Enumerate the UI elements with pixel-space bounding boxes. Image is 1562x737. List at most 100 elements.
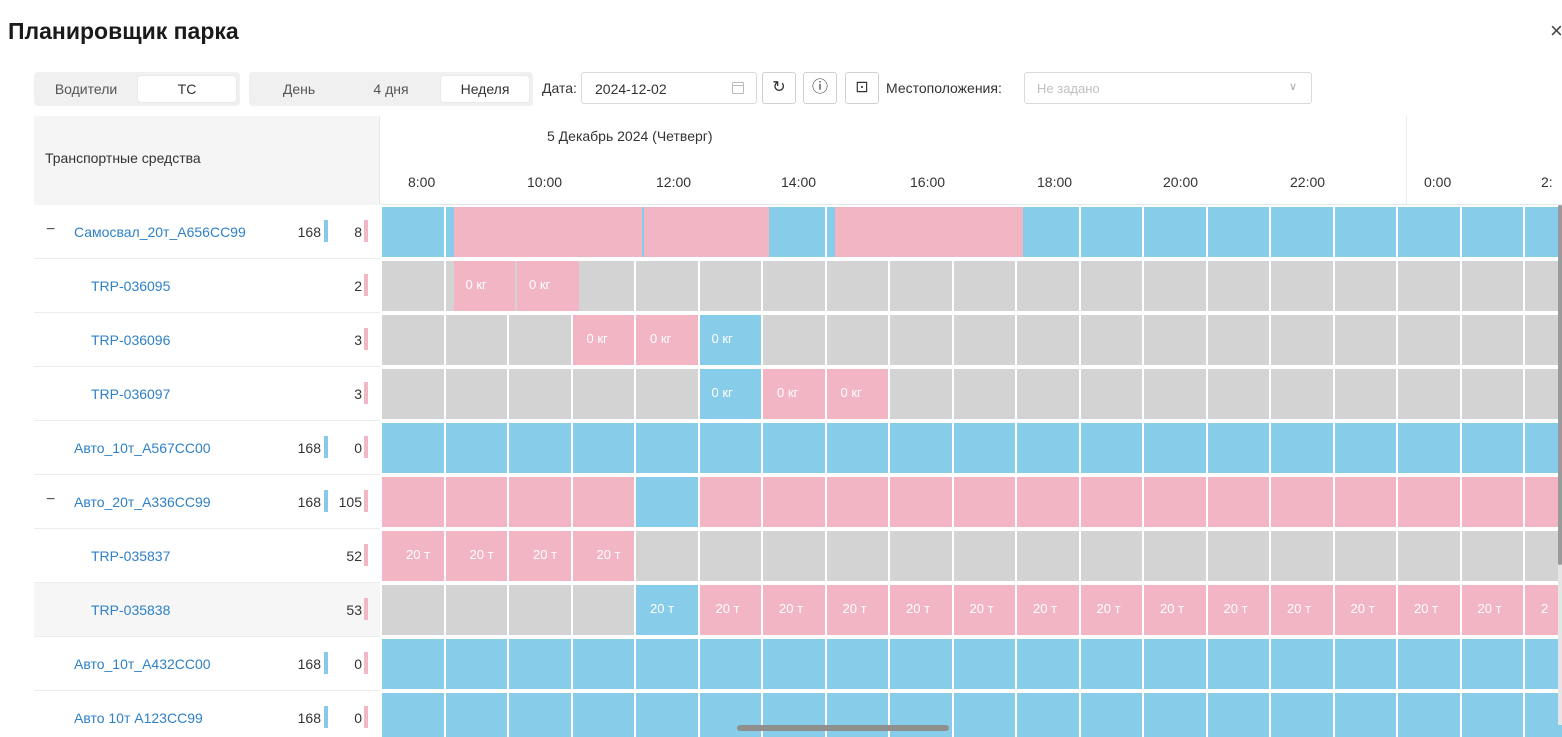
vehicle-name-link[interactable]: Самосвал_20т_А656СС99 (74, 224, 246, 240)
schedule-slot[interactable] (1334, 423, 1396, 473)
schedule-slot[interactable] (382, 369, 444, 419)
schedule-slot[interactable] (636, 531, 698, 581)
schedule-slot[interactable] (572, 369, 634, 419)
vehicle-row[interactable]: Авто 10т А123СС99 168 0 (34, 691, 380, 737)
schedule-slot[interactable] (763, 423, 825, 473)
tab-day[interactable]: День (257, 76, 341, 102)
schedule-slot[interactable] (1334, 693, 1396, 737)
schedule-slot[interactable] (1461, 693, 1523, 737)
schedule-slot[interactable] (699, 531, 761, 581)
schedule-slot[interactable] (1017, 423, 1079, 473)
booked-slot[interactable]: 0 кг (517, 261, 579, 311)
schedule-slot[interactable] (1334, 477, 1396, 527)
close-icon[interactable]: × (1550, 18, 1562, 44)
schedule-slot[interactable] (1461, 639, 1523, 689)
schedule-slot[interactable] (1080, 639, 1142, 689)
schedule-slot[interactable] (1398, 531, 1460, 581)
trip-row[interactable]: TRP-036096 3 (34, 313, 380, 367)
schedule-slot[interactable] (572, 639, 634, 689)
booked-slot[interactable]: 20 т (1017, 585, 1079, 635)
free-slot[interactable]: 0 кг (699, 369, 761, 419)
vehicle-name-link[interactable]: Авто 10т А123СС99 (74, 710, 203, 726)
schedule-slot[interactable] (1398, 369, 1460, 419)
schedule-slot[interactable] (445, 693, 507, 737)
schedule-slot[interactable] (572, 423, 634, 473)
schedule-slot[interactable] (1207, 315, 1269, 365)
tab-vehicles[interactable]: ТС (138, 76, 236, 102)
schedule-slot[interactable] (1525, 477, 1562, 527)
schedule-slot[interactable] (509, 639, 571, 689)
schedule-slot[interactable] (1207, 207, 1269, 257)
booked-slot[interactable]: 2 (1525, 585, 1562, 635)
schedule-slot[interactable] (509, 693, 571, 737)
schedule-slot[interactable] (1144, 639, 1206, 689)
schedule-slot[interactable] (1207, 423, 1269, 473)
schedule-slot[interactable] (509, 369, 571, 419)
schedule-slot[interactable] (1080, 261, 1142, 311)
booked-slot[interactable]: 0 кг (636, 315, 698, 365)
schedule-slot[interactable] (890, 531, 952, 581)
schedule-slot[interactable] (953, 369, 1015, 419)
schedule-slot[interactable] (826, 639, 888, 689)
schedule-slot[interactable] (1144, 531, 1206, 581)
schedule-slot[interactable] (1080, 423, 1142, 473)
schedule-slot[interactable] (1525, 207, 1562, 257)
vehicle-row[interactable]: − Самосвал_20т_А656СС99 168 8 (34, 205, 380, 259)
schedule-slot[interactable] (1144, 423, 1206, 473)
trip-link[interactable]: TRP-035838 (91, 602, 170, 618)
schedule-slot[interactable] (1334, 369, 1396, 419)
schedule-slot[interactable] (1461, 261, 1523, 311)
schedule-slot[interactable] (382, 315, 444, 365)
schedule-slot[interactable] (1398, 639, 1460, 689)
schedule-slot[interactable] (1207, 639, 1269, 689)
schedule-slot[interactable] (1525, 423, 1562, 473)
schedule-slot[interactable] (1271, 531, 1333, 581)
schedule-slot[interactable] (1017, 369, 1079, 419)
schedule-slot[interactable] (1080, 369, 1142, 419)
schedule-slot[interactable] (1461, 423, 1523, 473)
schedule-slot[interactable] (763, 261, 825, 311)
free-slot[interactable]: 20 т (636, 585, 698, 635)
schedule-slot[interactable] (382, 423, 444, 473)
trip-row[interactable]: TRP-035838 53 (34, 583, 380, 637)
schedule-slot[interactable] (509, 477, 571, 527)
vehicle-name-link[interactable]: Авто_10т_А432СС00 (74, 656, 211, 672)
booked-slot[interactable]: 20 т (890, 585, 952, 635)
trip-row[interactable]: TRP-035837 52 (34, 529, 380, 583)
booked-slot[interactable]: 20 т (699, 585, 761, 635)
schedule-slot[interactable] (1144, 207, 1206, 257)
booked-slot[interactable]: 20 т (1207, 585, 1269, 635)
schedule-slot[interactable] (763, 531, 825, 581)
tab-4-days[interactable]: 4 дня (349, 76, 433, 102)
vehicle-row[interactable]: Авто_10т_А432СС00 168 0 (34, 637, 380, 691)
schedule-slot[interactable] (953, 639, 1015, 689)
schedule-slot[interactable] (1080, 207, 1142, 257)
schedule-slot[interactable] (1525, 315, 1562, 365)
schedule-slot[interactable] (1080, 315, 1142, 365)
schedule-slot[interactable] (763, 477, 825, 527)
trip-link[interactable]: TRP-036095 (91, 278, 170, 294)
schedule-slot[interactable] (1017, 315, 1079, 365)
tab-week[interactable]: Неделя (441, 76, 529, 102)
schedule-slot[interactable] (1207, 261, 1269, 311)
vehicle-name-link[interactable]: Авто_10т_А567СС00 (74, 440, 211, 456)
schedule-slot[interactable] (826, 531, 888, 581)
schedule-slot[interactable] (445, 315, 507, 365)
schedule-slot[interactable] (953, 477, 1015, 527)
schedule-slot[interactable] (509, 315, 571, 365)
schedule-slot[interactable] (826, 315, 888, 365)
schedule-slot[interactable] (953, 423, 1015, 473)
schedule-slot[interactable] (1144, 315, 1206, 365)
schedule-slot[interactable] (1525, 693, 1562, 737)
booked-slot[interactable]: 20 т (445, 531, 507, 581)
locations-select[interactable]: Не задано ∨ (1024, 72, 1312, 104)
schedule-slot[interactable] (763, 207, 825, 257)
schedule-slot[interactable] (1334, 531, 1396, 581)
schedule-slot[interactable] (699, 639, 761, 689)
booked-slot[interactable]: 20 т (1144, 585, 1206, 635)
schedule-slot[interactable] (1525, 369, 1562, 419)
schedule-slot[interactable] (382, 585, 444, 635)
schedule-slot[interactable] (572, 477, 634, 527)
schedule-slot[interactable] (1017, 693, 1079, 737)
horizontal-scrollbar-thumb[interactable] (737, 725, 949, 731)
